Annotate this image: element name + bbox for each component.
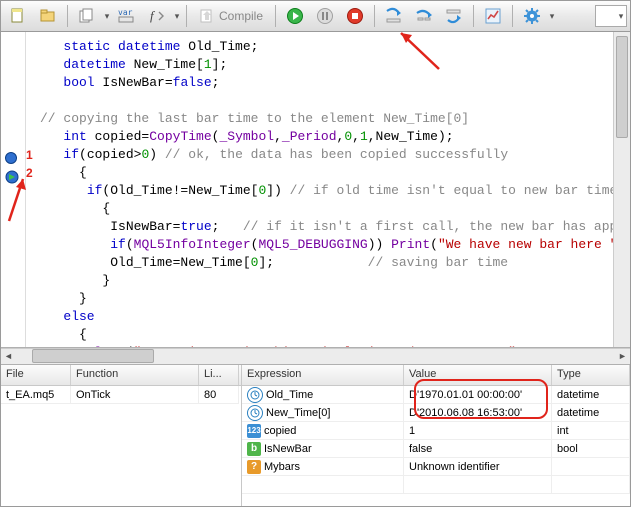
toolbar-separator (473, 5, 474, 27)
datetime-icon (247, 387, 263, 403)
compile-label: Compile (219, 9, 263, 23)
annotation-label-2: 2 (26, 166, 33, 180)
cell-type: datetime (552, 404, 630, 422)
col-type[interactable]: Type (552, 365, 630, 385)
copy-dropdown-arrow[interactable]: ▾ (103, 11, 111, 22)
cell-line: 80 (199, 386, 239, 404)
toolbar-separator (275, 5, 276, 27)
cell-expression: 123copied (242, 422, 404, 440)
scroll-left-arrow[interactable]: ◄ (1, 349, 16, 364)
stop-button[interactable] (341, 2, 369, 30)
cell-type: datetime (552, 386, 630, 404)
watch-row-empty[interactable] (242, 476, 630, 494)
open-file-button[interactable] (34, 2, 62, 30)
toolbar-separator (67, 5, 68, 27)
watch-row[interactable]: 123copied1int (242, 422, 630, 440)
code-editor: static datetime Old_Time; datetime New_T… (1, 32, 630, 347)
execution-marker[interactable] (5, 170, 19, 184)
step-into-button[interactable] (380, 2, 408, 30)
col-file[interactable]: File (1, 365, 71, 385)
step-over-button[interactable] (410, 2, 438, 30)
breakpoint-marker[interactable] (5, 152, 19, 166)
watch-header: Expression Value Type (242, 365, 630, 386)
cell-value: false (404, 440, 552, 458)
toolbar-separator (512, 5, 513, 27)
cell-value: Unknown identifier (404, 458, 552, 476)
cell-value: D'1970.01.01 00:00:00' (404, 386, 552, 404)
watch-row[interactable]: Old_TimeD'1970.01.01 00:00:00'datetime (242, 386, 630, 404)
bool-icon: b (247, 442, 261, 456)
cell-file: t_EA.mq5 (1, 386, 71, 404)
chart-button[interactable] (479, 2, 507, 30)
pause-button[interactable] (311, 2, 339, 30)
run-button[interactable] (281, 2, 309, 30)
watch-pane: Expression Value Type Old_TimeD'1970.01.… (242, 365, 630, 506)
svg-text:f: f (150, 8, 156, 23)
ide-window: ▾ var f ▾ Compile ▾ ▾ (0, 0, 631, 507)
watch-row[interactable]: New_Time[0]D'2010.06.08 16:53:00'datetim… (242, 404, 630, 422)
watch-row[interactable]: bIsNewBarfalsebool (242, 440, 630, 458)
cell-value: 1 (404, 422, 552, 440)
new-file-button[interactable] (4, 2, 32, 30)
editor-gutter[interactable] (1, 32, 26, 346)
var-button[interactable]: var (113, 2, 141, 30)
int-icon: 123 (247, 424, 261, 438)
call-stack-header: File Function Li... (1, 365, 241, 386)
function-button[interactable]: f (143, 2, 171, 30)
call-stack-pane: File Function Li... t_EA.mq5OnTick80 (1, 365, 242, 506)
svg-text:var: var (118, 8, 133, 17)
unknown-icon: ? (247, 460, 261, 474)
cell-expression: ?Mybars (242, 458, 404, 476)
editor-vertical-scrollbar[interactable] (613, 32, 630, 346)
main-toolbar: ▾ var f ▾ Compile ▾ ▾ (1, 1, 630, 32)
editor-horizontal-scrollbar[interactable]: ◄ ► (1, 348, 630, 364)
cell-expression: Old_Time (242, 386, 404, 404)
cell-type (552, 458, 630, 476)
scroll-right-arrow[interactable]: ► (615, 349, 630, 364)
cell-type: bool (552, 440, 630, 458)
toolbar-separator (186, 5, 187, 27)
toolbar-separator (374, 5, 375, 27)
compile-icon (199, 8, 215, 24)
watch-row[interactable]: ?MybarsUnknown identifier (242, 458, 630, 476)
annotation-label-1: 1 (26, 148, 33, 162)
call-stack-row[interactable]: t_EA.mq5OnTick80 (1, 386, 241, 404)
compile-button[interactable]: Compile (192, 2, 270, 30)
datetime-icon (247, 405, 263, 421)
code-text[interactable]: static datetime Old_Time; datetime New_T… (26, 32, 613, 346)
col-function[interactable]: Function (71, 365, 199, 385)
col-value[interactable]: Value (404, 365, 552, 385)
cell-type: int (552, 422, 630, 440)
watch-body[interactable]: Old_TimeD'1970.01.01 00:00:00'datetimeNe… (242, 386, 630, 506)
cell-function: OnTick (71, 386, 199, 404)
cell-value: D'2010.06.08 16:53:00' (404, 404, 552, 422)
debug-panels: File Function Li... t_EA.mq5OnTick80 Exp… (1, 364, 630, 506)
cell-expression: bIsNewBar (242, 440, 404, 458)
function-dropdown-arrow[interactable]: ▾ (173, 11, 181, 22)
col-line[interactable]: Li... (199, 365, 239, 385)
call-stack-body[interactable]: t_EA.mq5OnTick80 (1, 386, 241, 506)
copy-button[interactable] (73, 2, 101, 30)
cell-expression: New_Time[0] (242, 404, 404, 422)
col-expression[interactable]: Expression (242, 365, 404, 385)
settings-button[interactable] (518, 2, 546, 30)
step-out-button[interactable] (440, 2, 468, 30)
settings-dropdown-arrow[interactable]: ▾ (548, 11, 556, 22)
toolbar-combo[interactable]: ▾ (595, 5, 627, 27)
